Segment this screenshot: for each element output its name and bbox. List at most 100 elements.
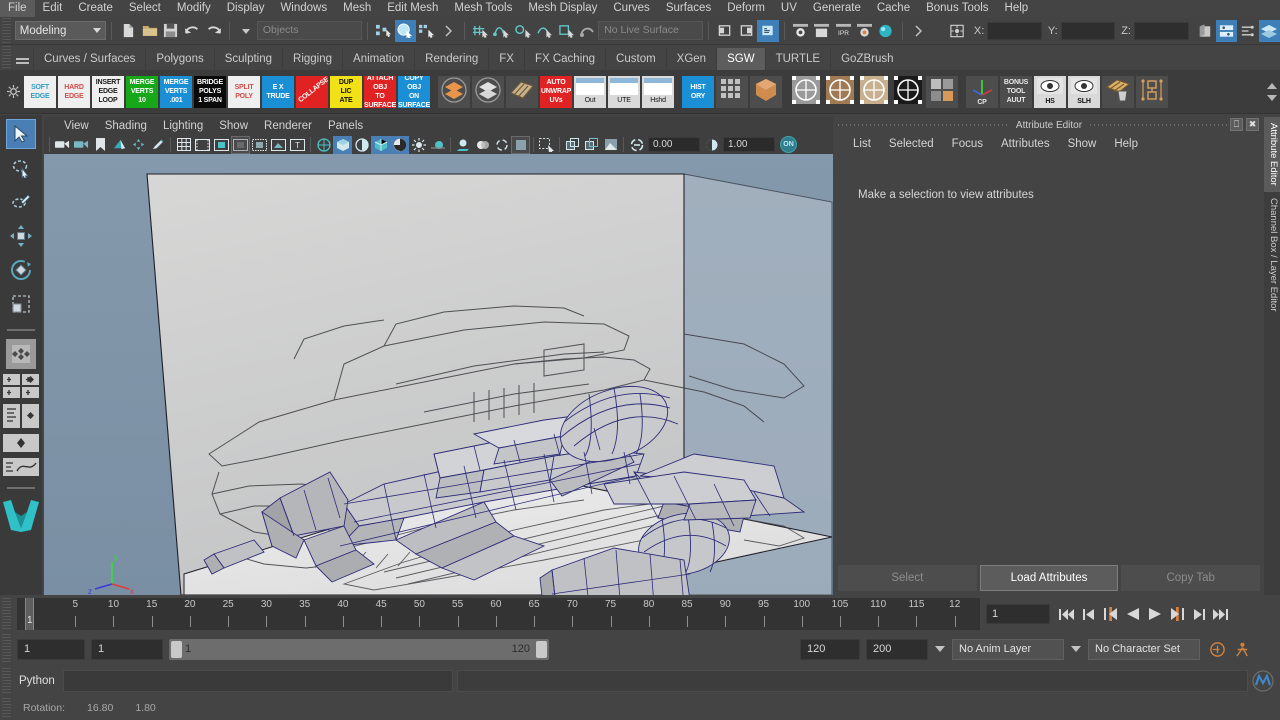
ae-menu-attributes[interactable]: Attributes [992, 138, 1059, 150]
command-line-grip[interactable] [2, 668, 11, 694]
step-back-keyframe-icon[interactable] [1078, 603, 1099, 625]
vertical-tab-attribute-editor[interactable]: Attribute Editor [1264, 117, 1280, 192]
menu-surfaces[interactable]: Surfaces [658, 0, 719, 17]
persp-outliner-layout[interactable] [3, 373, 39, 399]
shelf-tab-rendering[interactable]: Rendering [414, 48, 488, 70]
grid-toggle-icon[interactable] [174, 136, 193, 154]
safe-action-icon[interactable] [269, 136, 288, 154]
shadows-icon[interactable] [454, 136, 473, 154]
menu-curves[interactable]: Curves [605, 0, 657, 17]
use-default-light-icon[interactable] [409, 136, 428, 154]
menu-mesh-display[interactable]: Mesh Display [520, 0, 605, 17]
collapse-button[interactable]: COLLAPSE [296, 75, 328, 108]
render-settings-icon[interactable] [854, 20, 875, 42]
redo-icon[interactable] [203, 20, 224, 42]
make-live-icon[interactable] [577, 20, 598, 42]
shelf-tab-animation[interactable]: Animation [342, 48, 414, 70]
time-slider-grip[interactable] [2, 598, 11, 630]
slh-button[interactable]: SLH [1068, 75, 1100, 108]
shelf-tab-xgen[interactable]: XGen [665, 48, 716, 70]
maya-help-icon[interactable] [1250, 668, 1276, 694]
hard-edge-button[interactable]: HARD EDGE [58, 75, 90, 108]
scale-tool[interactable] [6, 289, 36, 319]
delete-uv-grid-button[interactable] [1102, 75, 1134, 108]
merge-verts-10-button[interactable]: MERGE VERTS 10 [126, 75, 158, 108]
gamma-value[interactable]: 1.00 [723, 137, 775, 152]
select-hierarchy-icon[interactable] [373, 20, 394, 42]
bridge-polys-1-span-button[interactable]: BRIDGE POLYS 1 SPAN [194, 75, 226, 108]
motion-blur-icon[interactable] [492, 136, 511, 154]
selection-mask-caret-icon[interactable] [235, 20, 256, 42]
hypershade-layout[interactable] [3, 433, 39, 453]
open-script-editor-icon[interactable] [757, 19, 779, 42]
resolution-gate-icon[interactable] [212, 136, 231, 154]
input-line-mode-icon[interactable] [947, 20, 968, 42]
ipr-render-icon[interactable]: IPR [832, 20, 853, 42]
copy-tab-button[interactable]: Copy Tab [1121, 565, 1261, 591]
camera-attributes-icon[interactable] [72, 136, 91, 154]
anim-layer-combo[interactable]: No Anim Layer [952, 638, 1064, 660]
cp-axis-button[interactable]: CP [966, 75, 998, 108]
lasso-select-tool[interactable] [6, 153, 36, 183]
menu-mesh[interactable]: Mesh [335, 0, 379, 17]
toggle-channel-box-icon[interactable] [1237, 20, 1258, 42]
menu-uv[interactable]: UV [773, 0, 805, 17]
menu-generate[interactable]: Generate [805, 0, 869, 17]
uv-shells-button[interactable] [506, 75, 538, 108]
viewport-menu-view[interactable]: View [56, 120, 97, 132]
separate-icon-button[interactable] [472, 75, 504, 108]
chevron-down-icon[interactable] [935, 646, 945, 652]
viewport-menu-lighting[interactable]: Lighting [155, 120, 211, 132]
safe-title-icon[interactable]: T [288, 136, 307, 154]
oil-paint-icon[interactable] [148, 136, 167, 154]
x-field[interactable] [987, 21, 1042, 40]
selection-mask-field[interactable]: Objects [256, 21, 363, 40]
viewport-menu-renderer[interactable]: Renderer [256, 120, 320, 132]
menu-mesh-tools[interactable]: Mesh Tools [446, 0, 520, 17]
open-scene-icon[interactable] [139, 20, 160, 42]
sphere-map-2-button[interactable] [824, 76, 856, 108]
snap-curve-icon[interactable] [491, 20, 512, 42]
textured-icon[interactable] [390, 135, 409, 154]
sphere-map-3-button[interactable] [858, 76, 890, 108]
auto-keyframe-toggle-icon[interactable] [1206, 638, 1228, 660]
range-slider-grip[interactable] [2, 634, 11, 664]
chevron-down-icon-2[interactable] [1071, 646, 1081, 652]
extrude-button[interactable]: E X TRUDE [262, 75, 294, 108]
persp-graph-layout[interactable] [3, 403, 39, 429]
viewport-3d-view[interactable]: y x z [44, 154, 833, 595]
open-outliner-icon[interactable] [736, 20, 757, 42]
shelf-tab-fx-caching[interactable]: FX Caching [523, 48, 605, 70]
four-view-layout[interactable] [6, 339, 36, 369]
wireframe-on-shaded-icon[interactable] [371, 135, 390, 154]
live-surface-field[interactable]: No Live Surface [598, 21, 704, 40]
image-plane-icon[interactable] [110, 136, 129, 154]
z-field[interactable] [1133, 21, 1189, 40]
menu-display[interactable]: Display [219, 0, 273, 17]
ae-menu-selected[interactable]: Selected [880, 138, 943, 150]
exposure-value[interactable]: 0.00 [648, 137, 700, 152]
move-tool[interactable] [6, 221, 36, 251]
ae-menu-focus[interactable]: Focus [943, 138, 992, 150]
shelf-tab-sgw[interactable]: SGW [716, 48, 765, 70]
menu-help[interactable]: Help [997, 0, 1037, 17]
command-language-label[interactable]: Python [19, 675, 55, 687]
split-poly-button[interactable]: SPLIT POLY [228, 75, 260, 108]
out-window-button[interactable]: Out [574, 75, 606, 108]
toggle-layer-editor-icon[interactable] [1258, 19, 1280, 42]
snap-grid-icon[interactable] [470, 20, 491, 42]
wireframe-icon[interactable] [314, 136, 333, 154]
current-frame-field[interactable]: 1 [986, 604, 1050, 624]
hs-button[interactable]: HS [1034, 75, 1066, 108]
selection-chevron-icon[interactable] [437, 20, 458, 42]
play-forwards-icon[interactable] [1144, 603, 1165, 625]
save-scene-icon[interactable] [160, 20, 181, 42]
insert-edge-loop-button[interactable]: INSERT EDGE LOOP [92, 75, 124, 108]
bonus-tool-auut-button[interactable]: BONUS TOOL AUUT [1000, 75, 1032, 108]
ambient-occlusion-icon[interactable] [473, 136, 492, 154]
shelf-tab-gozbrush[interactable]: GoZBrush [830, 48, 903, 70]
xray-active-components-icon[interactable] [601, 136, 620, 154]
shelf-tab-turtle[interactable]: TURTLE [764, 48, 831, 70]
vertical-tab-channel-box-layer-editor[interactable]: Channel Box / Layer Editor [1264, 192, 1280, 318]
color-management-badge[interactable]: ON [780, 136, 797, 153]
